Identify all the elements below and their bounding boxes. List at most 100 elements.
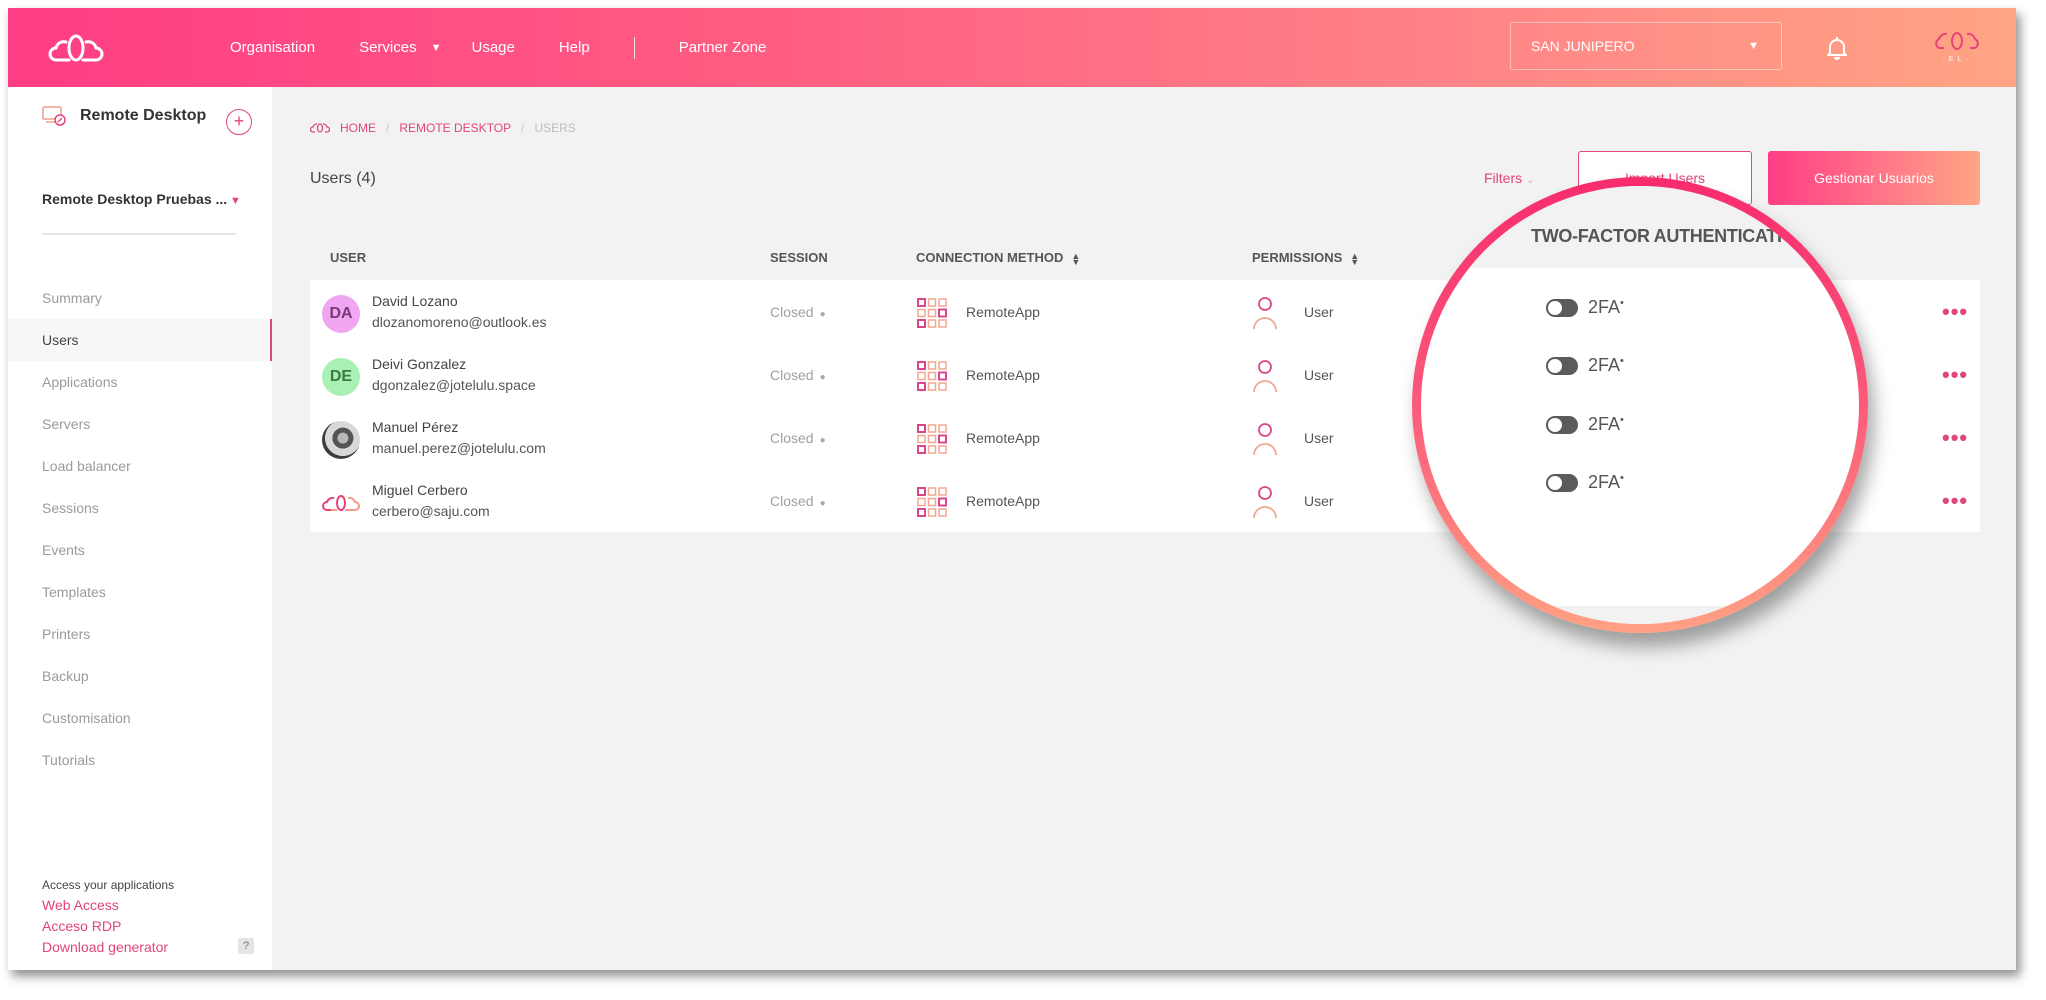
app-window: Organisation Services ▼ Usage Help Partn… [8, 8, 2016, 970]
session-status-label: Closed [770, 304, 814, 320]
rdp-access-link[interactable]: Acceso RDP [42, 916, 272, 937]
row-actions-more-icon[interactable]: ••• [1942, 425, 1968, 451]
top-header: Organisation Services ▼ Usage Help Partn… [8, 8, 2016, 87]
remote-desktop-icon [42, 106, 66, 126]
column-header-session: SESSION [770, 250, 828, 265]
session-status-label: Closed [770, 430, 814, 446]
tfa-toggle[interactable] [1546, 415, 1578, 434]
column-header-permissions-label: PERMISSIONS [1252, 250, 1343, 265]
nav-divider [633, 36, 635, 59]
services-caret-icon[interactable]: ▼ [431, 42, 442, 54]
nav-partner-zone[interactable]: Partner Zone [679, 39, 767, 56]
sidebar-item-sessions[interactable]: Sessions [8, 487, 272, 529]
user-permission-icon [1253, 297, 1277, 330]
organization-select-value: SAN JUNIPERO [1531, 38, 1635, 54]
session-status: Closed ● [770, 367, 826, 383]
cloud-logo-icon[interactable] [48, 32, 104, 64]
user-permission-icon [1253, 486, 1277, 519]
row-actions-more-icon[interactable]: ••• [1942, 299, 1968, 325]
sidebar-item-applications[interactable]: Applications [8, 361, 272, 403]
sidebar-item-templates[interactable]: Templates [8, 571, 272, 613]
sidebar-item-summary[interactable]: Summary [8, 277, 272, 319]
connection-method: RemoteApp [966, 304, 1040, 320]
breadcrumb-remote-desktop[interactable]: REMOTE DESKTOP [399, 121, 511, 135]
tfa-toggle-row: 2FA• [1546, 472, 1624, 493]
permission-level: User [1304, 304, 1334, 320]
tfa-label: 2FA• [1588, 414, 1624, 435]
filters-dropdown[interactable]: Filters ⌄ [1484, 170, 1535, 186]
sidebar-item-events[interactable]: Events [8, 529, 272, 571]
column-header-connection-method[interactable]: CONNECTION METHOD ▲ ▼ [916, 250, 1080, 266]
sidebar-item-customisation[interactable]: Customisation [8, 697, 272, 739]
row-actions-more-icon[interactable]: ••• [1942, 362, 1968, 388]
sort-icon[interactable]: ▲ ▼ [1071, 251, 1080, 266]
page-title: Users (4) [310, 170, 376, 187]
connection-method: RemoteApp [966, 430, 1040, 446]
connection-method: RemoteApp [966, 367, 1040, 383]
magnifier-content: TWO-FACTOR AUTHENTICATIO 2FA• 2FA• 2FA• … [1421, 186, 1859, 624]
sort-icon[interactable]: ▲ ▼ [1350, 251, 1359, 266]
breadcrumb-separator: / [386, 121, 390, 135]
column-header-two-factor: TWO-FACTOR AUTHENTICATIO [1531, 226, 1796, 246]
home-cloud-icon[interactable] [310, 122, 330, 134]
app-title: Remote Desktop [80, 107, 207, 124]
user-name: David Lozano [372, 293, 458, 309]
magnifier-callout: TWO-FACTOR AUTHENTICATIO 2FA• 2FA• 2FA• … [1412, 177, 1868, 633]
tfa-toggle-row: 2FA• [1546, 355, 1624, 376]
remoteapp-grid-icon [917, 298, 947, 328]
status-dot-icon: ● [819, 309, 826, 320]
nav-organisation[interactable]: Organisation [230, 39, 315, 56]
tfa-label-text: 2FA [1588, 355, 1621, 375]
nav-services[interactable]: Services [359, 39, 417, 56]
permission-level: User [1304, 367, 1334, 383]
status-dot-icon: ● [819, 372, 826, 383]
row-actions-more-icon[interactable]: ••• [1942, 488, 1968, 514]
tfa-toggle-row: 2FA• [1546, 297, 1624, 318]
tfa-toggle[interactable] [1546, 473, 1578, 492]
breadcrumb: HOME / REMOTE DESKTOP / USERS [310, 121, 576, 135]
session-status: Closed ● [770, 430, 826, 446]
tfa-info-mark: • [1620, 414, 1624, 426]
column-header-user: USER [330, 250, 367, 265]
connection-method: RemoteApp [966, 493, 1040, 509]
project-chevron-down-icon[interactable]: ▼ [230, 195, 241, 207]
tfa-toggle-row: 2FA• [1546, 414, 1624, 435]
tenant-logo[interactable]: ·EL· [1932, 28, 1982, 68]
sidebar-menu: Summary Users Applications Servers Load … [8, 277, 272, 781]
help-icon[interactable]: ? [238, 938, 254, 954]
permission-level: User [1304, 430, 1334, 446]
nav-help[interactable]: Help [559, 39, 590, 56]
app-title-row: Remote Desktop [42, 105, 206, 127]
user-permission-icon [1253, 360, 1277, 393]
tfa-toggle[interactable] [1546, 356, 1578, 375]
project-select[interactable]: Remote Desktop Pruebas ... [42, 191, 227, 207]
sidebar-item-users[interactable]: Users [8, 319, 272, 361]
permission-level: User [1304, 493, 1334, 509]
sidebar-item-tutorials[interactable]: Tutorials [8, 739, 272, 781]
remoteapp-grid-icon [917, 361, 947, 391]
nav-usage[interactable]: Usage [471, 39, 514, 56]
add-service-button[interactable]: + [226, 109, 252, 135]
chevron-down-icon: ⌄ [1526, 175, 1535, 186]
magnified-table-footer [1421, 606, 1859, 624]
column-header-permissions[interactable]: PERMISSIONS ▲ ▼ [1252, 250, 1359, 266]
breadcrumb-home[interactable]: HOME [340, 121, 376, 135]
access-title: Access your applications [42, 878, 175, 892]
bell-icon[interactable] [1826, 36, 1848, 60]
user-email: dlozanomoreno@outlook.es [372, 314, 547, 330]
sidebar-item-servers[interactable]: Servers [8, 403, 272, 445]
session-status-label: Closed [770, 493, 814, 509]
tfa-label-text: 2FA [1588, 414, 1621, 434]
sidebar-item-printers[interactable]: Printers [8, 613, 272, 655]
web-access-link[interactable]: Web Access [42, 895, 272, 916]
session-status-label: Closed [770, 367, 814, 383]
organization-select[interactable]: SAN JUNIPERO ▼ [1510, 22, 1782, 70]
main-nav: Organisation Services ▼ Usage Help Partn… [230, 8, 810, 87]
breadcrumb-users: USERS [534, 121, 576, 135]
tfa-toggle[interactable] [1546, 298, 1578, 317]
user-permission-icon [1253, 423, 1277, 456]
filters-label: Filters [1484, 170, 1523, 186]
sidebar-item-load-balancer[interactable]: Load balancer [8, 445, 272, 487]
tfa-label: 2FA• [1588, 297, 1624, 318]
sidebar-item-backup[interactable]: Backup [8, 655, 272, 697]
